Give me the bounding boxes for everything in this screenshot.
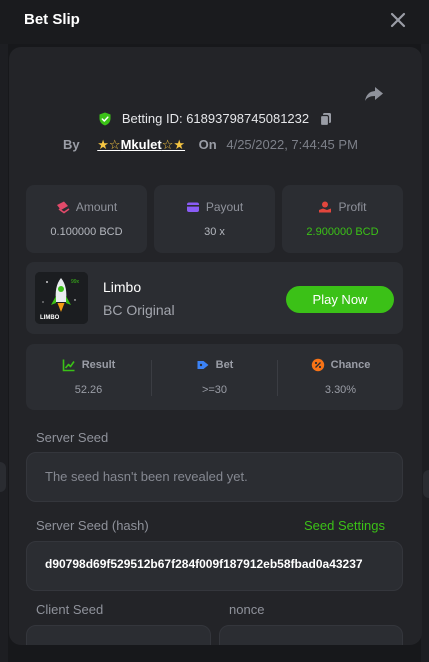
username-stars-left: ★☆: [97, 137, 121, 152]
share-icon[interactable]: [363, 84, 385, 104]
result-column: Result 52.26: [26, 344, 151, 410]
amount-card: Amount 0.100000 BCD: [26, 185, 147, 253]
profit-card: Profit 2.900000 BCD: [282, 185, 403, 253]
betting-id: Betting ID: 61893798745081232: [121, 111, 310, 127]
client-seed-label: Client Seed: [36, 602, 104, 617]
thumb-badge-text: 99x: [71, 279, 80, 285]
left-edge-tab: [0, 462, 6, 492]
background-edge-right: [421, 0, 429, 662]
modal-header: Bet Slip: [0, 0, 429, 44]
bet-author-row: By ★☆Mkulet☆★ On 4/25/2022, 7:44:45 PM: [63, 137, 358, 153]
chart-icon: [62, 359, 75, 372]
percent-icon: [311, 358, 324, 372]
server-seed-label: Server Seed: [36, 430, 109, 445]
on-label: On: [198, 137, 217, 152]
profit-label: Profit: [338, 199, 367, 214]
bet-value: >=30: [201, 384, 228, 396]
server-seed-hash-field[interactable]: d90798d69f529512b67f284f009f187912eb58fb…: [26, 541, 403, 591]
client-seed-field[interactable]: [26, 625, 211, 645]
nonce-field[interactable]: [219, 625, 403, 645]
server-seed-hash-value: d90798d69f529512b67f284f009f187912eb58fb…: [45, 557, 363, 571]
result-card: Result 52.26 Bet >=30 Chance 3.30%: [26, 344, 403, 410]
betting-id-row: Betting ID: 61893798745081232: [9, 110, 422, 126]
server-seed-hash-label: Server Seed (hash): [36, 518, 149, 533]
bet-slip-panel: Betting ID: 61893798745081232 By ★☆Mkule…: [9, 47, 422, 645]
payout-value: 30 x: [204, 225, 225, 238]
bet-column: Bet >=30: [152, 344, 277, 410]
username: Mkulet: [120, 137, 162, 152]
result-label: Result: [81, 359, 116, 371]
copy-icon[interactable]: [319, 112, 333, 126]
thumb-logo-text: LIMBO: [40, 315, 60, 321]
amount-value: 0.100000 BCD: [50, 225, 123, 238]
rocket-icon: LIMBO 99x: [35, 272, 88, 324]
chance-label: Chance: [330, 359, 371, 371]
payout-card: Payout 30 x: [154, 185, 275, 253]
chance-column: Chance 3.30%: [278, 344, 403, 410]
wallet-icon: [186, 202, 199, 212]
tag-icon: [197, 361, 209, 369]
close-icon[interactable]: [388, 10, 408, 30]
modal-title: Bet Slip: [24, 11, 80, 28]
payout-label: Payout: [205, 199, 244, 214]
chance-value: 3.30%: [324, 384, 357, 396]
bet-label: Bet: [215, 359, 234, 371]
result-value: 52.26: [74, 384, 103, 396]
limbo-thumbnail[interactable]: LIMBO 99x: [35, 272, 88, 324]
game-name: Limbo: [103, 279, 142, 295]
username-link[interactable]: ★☆Mkulet☆★: [97, 137, 185, 152]
profit-icon: [319, 201, 332, 213]
amount-label: Amount: [75, 199, 118, 214]
verified-shield-icon: [99, 112, 111, 126]
server-seed-field[interactable]: The seed hasn't been revealed yet.: [26, 452, 403, 502]
profit-value: 2.900000 BCD: [306, 225, 379, 238]
by-label: By: [63, 137, 80, 152]
seed-settings-link[interactable]: Seed Settings: [304, 518, 385, 533]
nonce-label: nonce: [229, 602, 265, 617]
amount-icon: [56, 201, 70, 214]
background-edge-left: [0, 0, 8, 662]
play-now-button[interactable]: Play Now: [286, 286, 394, 313]
username-stars-right: ☆★: [161, 137, 186, 152]
game-subtitle: BC Original: [103, 302, 175, 318]
right-edge-tab: [423, 470, 429, 498]
bet-datetime: 4/25/2022, 7:44:45 PM: [226, 137, 358, 152]
game-card: LIMBO 99x Limbo BC Original Play Now: [26, 262, 403, 334]
server-seed-placeholder: The seed hasn't been revealed yet.: [45, 469, 248, 484]
